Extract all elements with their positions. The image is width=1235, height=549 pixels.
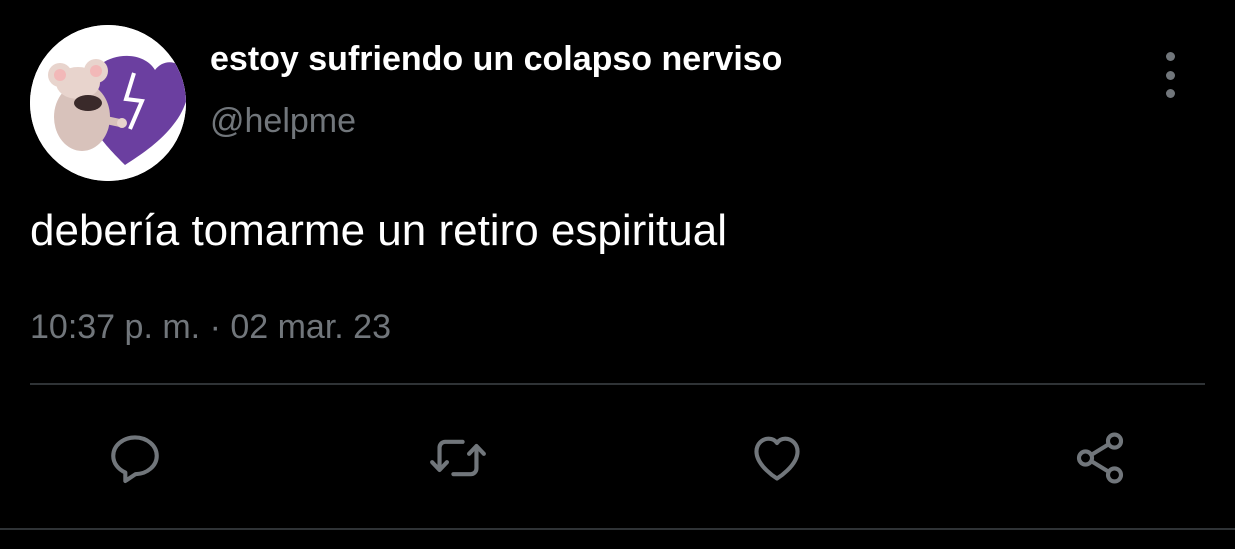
reply-icon — [111, 435, 159, 484]
display-name[interactable]: estoy sufriendo un colapso nerviso — [210, 40, 782, 79]
heart-icon — [754, 436, 800, 481]
tweet-detail: estoy sufriendo un colapso nerviso @help… — [0, 0, 1235, 549]
user-handle[interactable]: @helpme — [210, 102, 356, 141]
divider — [30, 383, 1205, 385]
tweet-time: 10:37 p. m. — [30, 308, 201, 346]
retweet-button[interactable] — [428, 428, 488, 488]
broken-heart-mouse-icon — [30, 25, 186, 181]
divider — [0, 528, 1235, 530]
tweet-date: 02 mar. 23 — [230, 308, 391, 346]
share-icon — [1076, 432, 1124, 484]
avatar[interactable] — [30, 25, 186, 181]
share-button[interactable] — [1070, 428, 1130, 488]
dot — [1165, 52, 1175, 61]
tweet-timestamp[interactable]: 10:37 p. m. · 02 mar. 23 — [30, 308, 391, 347]
tweet-text: debería tomarme un retiro espiritual — [30, 206, 727, 255]
retweet-icon — [430, 439, 486, 477]
dot — [1165, 89, 1175, 98]
meta-separator: · — [209, 308, 221, 346]
more-options-icon[interactable] — [1152, 52, 1188, 98]
like-button[interactable] — [747, 428, 807, 488]
dot — [1165, 70, 1175, 80]
reply-button[interactable] — [105, 428, 165, 488]
